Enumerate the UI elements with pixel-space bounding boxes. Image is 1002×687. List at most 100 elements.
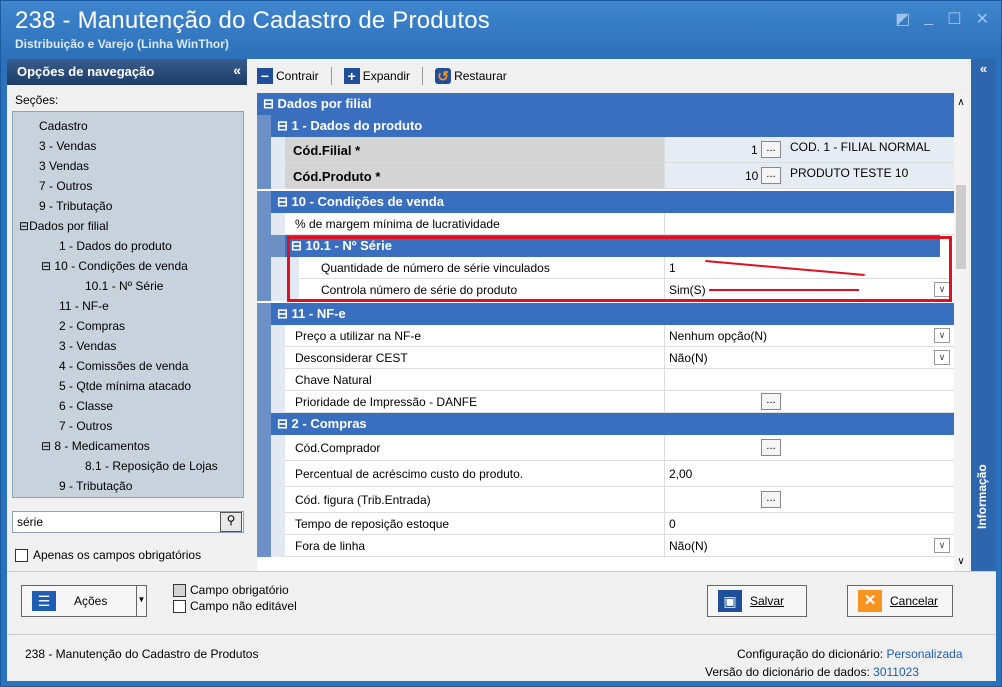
tree-item[interactable]: 6 - Classe [13, 396, 243, 416]
tempo-field[interactable]: 0 [665, 513, 954, 535]
minus-icon[interactable]: ⊟ [41, 439, 51, 453]
preco-label: Preço a utilizar na NF-e [285, 325, 665, 347]
cancel-button[interactable]: ✕ Cancelar [847, 585, 953, 617]
legend-noedit: Campo não editável [173, 599, 297, 613]
action-bar: ☰ Ações ▼ Campo obrigatório Campo não ed… [7, 571, 996, 627]
close-icon[interactable]: ✕ [976, 9, 989, 29]
dropdown-arrow-icon[interactable]: ▼ [136, 586, 146, 616]
window-subtitle: Distribuição e Varejo (Linha WinThor) [15, 37, 229, 51]
restore-icon[interactable]: ◩ [895, 9, 910, 29]
minus-icon[interactable]: ⊟ [277, 306, 288, 321]
minus-icon[interactable]: ⊟ [277, 194, 288, 209]
search-icon[interactable]: ⚲ [220, 512, 242, 532]
tree-item-dados-por-filial[interactable]: ⊟Dados por filial [13, 216, 243, 236]
section-dados-produto[interactable]: ⊟ 1 - Dados do produto [257, 115, 954, 137]
row-preco: Preço a utilizar na NF-e Nenhum opção(N)… [257, 325, 954, 347]
lookup-button[interactable]: ... [761, 491, 781, 508]
minus-icon[interactable]: ⊟ [277, 118, 288, 133]
collapse-icon: − [257, 68, 273, 84]
row-cest: Desconsiderar CEST Não(N) ∨ [257, 347, 954, 369]
margem-field[interactable] [665, 213, 954, 235]
grid-scrollbar[interactable]: ∧ ∨ [954, 93, 968, 571]
tree-item[interactable]: 3 Vendas [13, 156, 243, 176]
section-condicoes-venda[interactable]: ⊟ 10 - Condições de venda [257, 191, 954, 213]
cod-filial-label: Cód.Filial * [285, 137, 665, 163]
expand-info-icon[interactable]: « [971, 61, 996, 76]
tree-item[interactable]: Cadastro [13, 116, 243, 136]
cod-produto-field[interactable]: 10 ... PRODUTO TESTE 10 [665, 163, 954, 189]
percentual-field[interactable]: 2,00 [665, 461, 954, 487]
restore-button[interactable]: ↺ Restaurar [435, 68, 507, 84]
maximize-icon[interactable]: ☐ [947, 9, 961, 29]
minimize-icon[interactable]: _ [924, 9, 933, 29]
row-fora-linha: Fora de linha Não(N) ∨ [257, 535, 954, 557]
chevron-down-icon[interactable]: ∨ [934, 538, 950, 553]
collapse-panel-icon[interactable]: « [233, 62, 241, 78]
status-bar: 238 - Manutenção do Cadastro de Produtos… [7, 634, 996, 681]
save-button[interactable]: ▣ Salvar [707, 585, 807, 617]
cest-select[interactable]: Não(N) ∨ [665, 347, 954, 369]
search-input[interactable]: série [12, 511, 244, 533]
row-tempo: Tempo de reposição estoque 0 [257, 513, 954, 535]
tree-item[interactable]: 8.1 - Reposição de Lojas [13, 456, 243, 476]
tree-item[interactable]: 1 - Dados do produto [13, 236, 243, 256]
grid-toolbar: − Contrair + Expandir ↺ Restaurar [257, 65, 507, 87]
status-version: Versão do dicionário de dados: 3011023 [705, 665, 919, 679]
tree-item-selected[interactable]: 10.1 - Nº Série [13, 276, 243, 296]
tree-item[interactable]: 9 - Tributação [13, 196, 243, 216]
row-cod-filial: Cód.Filial * 1 ... COD. 1 - FILIAL NORMA… [257, 137, 954, 163]
figura-field[interactable]: ... [665, 487, 954, 513]
scroll-down-icon[interactable]: ∨ [954, 556, 968, 567]
row-margem: % de margem mínima de lucratividade [257, 213, 954, 235]
noedit-swatch [173, 599, 186, 613]
tree-item[interactable]: 3 - Vendas [13, 136, 243, 156]
acoes-button[interactable]: ☰ Ações ▼ [21, 585, 147, 617]
tree-item[interactable]: 7 - Outros [13, 416, 243, 436]
lookup-button[interactable]: ... [761, 439, 781, 456]
scroll-thumb[interactable] [956, 185, 966, 269]
tree-item[interactable]: 5 - Qtde mínima atacado [13, 376, 243, 396]
legend-required: Campo obrigatório [173, 583, 289, 597]
row-figura: Cód. figura (Trib.Entrada) ... [257, 487, 954, 513]
cod-produto-label: Cód.Produto * [285, 163, 665, 189]
sections-label: Seções: [15, 93, 59, 107]
row-percentual: Percentual de acréscimo custo do produto… [257, 461, 954, 487]
comprador-field[interactable]: ... [665, 435, 954, 461]
tree-item-medicamentos[interactable]: ⊟ 8 - Medicamentos [13, 436, 243, 456]
tree-item[interactable]: 7 - Outros [13, 176, 243, 196]
prioridade-field[interactable]: ... [665, 391, 954, 413]
info-tab-label: Informação [975, 464, 989, 529]
chevron-down-icon[interactable]: ∨ [934, 328, 950, 343]
section-compras[interactable]: ⊟ 2 - Compras [257, 413, 954, 435]
required-only-checkbox[interactable] [15, 548, 28, 562]
required-only-option[interactable]: Apenas os campos obrigatórios [15, 548, 201, 562]
tree-item[interactable]: 9 - Tributação [13, 476, 243, 496]
expand-button[interactable]: + Expandir [343, 68, 410, 84]
fora-linha-select[interactable]: Não(N) ∨ [665, 535, 954, 557]
tree-item[interactable]: 2 - Compras [13, 316, 243, 336]
cod-filial-field[interactable]: 1 ... COD. 1 - FILIAL NORMAL [665, 137, 954, 163]
minus-icon[interactable]: ⊟ [277, 416, 288, 431]
minus-icon[interactable]: ⊟ [19, 219, 29, 233]
collapse-button[interactable]: − Contrair [257, 68, 319, 84]
chave-field[interactable] [665, 369, 954, 391]
title-bar: 238 - Manutenção do Cadastro de Produtos… [1, 1, 1001, 57]
tree-item[interactable]: 11 - NF-e [13, 296, 243, 316]
section-nfe[interactable]: ⊟ 11 - NF-e [257, 303, 954, 325]
toolbar-divider [422, 67, 424, 85]
tree-item[interactable]: 3 - Vendas [13, 336, 243, 356]
preco-select[interactable]: Nenhum opção(N) ∨ [665, 325, 954, 347]
lookup-button[interactable]: ... [761, 167, 781, 184]
chevron-down-icon[interactable]: ∨ [934, 350, 950, 365]
minus-icon[interactable]: ⊟ [263, 96, 274, 111]
row-cod-produto: Cód.Produto * 10 ... PRODUTO TESTE 10 [257, 163, 954, 189]
section-dados-por-filial[interactable]: ⊟ Dados por filial [257, 93, 954, 115]
minus-icon[interactable]: ⊟ [41, 259, 51, 273]
tree-item[interactable]: 4 - Comissões de venda [13, 356, 243, 376]
lookup-button[interactable]: ... [761, 141, 781, 158]
info-panel[interactable]: « Informação [971, 59, 996, 571]
tree-item-condicoes[interactable]: ⊟ 10 - Condições de venda [13, 256, 243, 276]
lookup-button[interactable]: ... [761, 393, 781, 410]
scroll-up-icon[interactable]: ∧ [954, 97, 968, 108]
expand-icon: + [343, 68, 360, 84]
